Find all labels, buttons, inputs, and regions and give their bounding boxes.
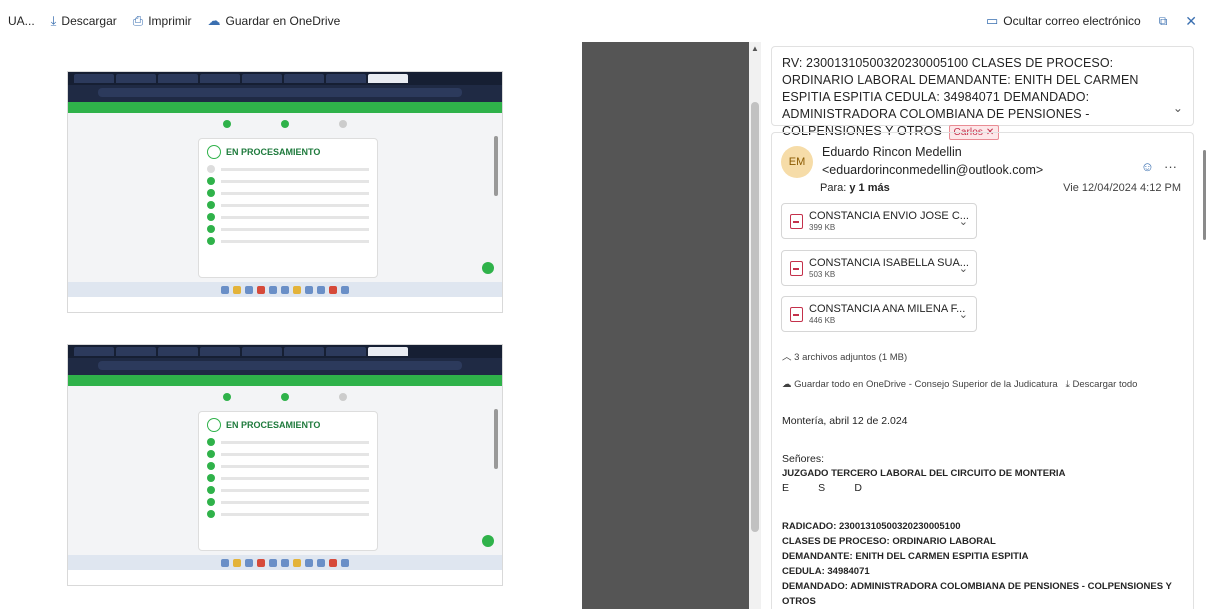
- pdf-icon: [790, 306, 803, 322]
- body-demandado: DEMANDADO: ADMINISTRADORA COLOMBIANA DE …: [782, 581, 1172, 607]
- cloud-icon: ☁: [207, 13, 221, 28]
- body-cedula: CEDULA: 34984071: [782, 566, 870, 577]
- download-icon: ⤓: [50, 13, 57, 28]
- attachment-size: 399 KB: [809, 223, 836, 232]
- attachment-name: CONSTANCIA ISABELLA SUA...: [809, 257, 969, 269]
- save-all-onedrive-button[interactable]: ☁ Guardar todo en OneDrive - Consejo Sup…: [782, 379, 1058, 390]
- attachment-preview: EN PROCESAMIENTO EN PROCESAMIENTO: [0, 42, 582, 609]
- download-label: Descargar: [61, 14, 117, 28]
- attachment-2[interactable]: CONSTANCIA ISABELLA SUA... 503 KB ⌄: [781, 250, 977, 286]
- taskbar: [68, 555, 502, 570]
- attachment-name: CONSTANCIA ENVIO JOSE C...: [809, 210, 969, 222]
- body-greeting: Señores:: [782, 453, 825, 465]
- save-all-label: Guardar todo en OneDrive - Consejo Super…: [794, 379, 1058, 390]
- pdf-icon: [790, 260, 803, 276]
- message-body: Montería, abril 12 de 2.024 Señores: JUZ…: [782, 414, 1182, 609]
- status-title: EN PROCESAMIENTO: [226, 420, 321, 430]
- print-button[interactable]: ⎙ Imprimir: [133, 13, 192, 29]
- hide-email-button[interactable]: ▭ Ocultar correo electrónico: [986, 13, 1141, 29]
- truck-icon: [207, 418, 221, 432]
- print-icon: ⎙: [132, 13, 144, 28]
- print-label: Imprimir: [148, 14, 192, 28]
- whatsapp-icon: [482, 262, 494, 274]
- more-options-icon[interactable]: ···: [1164, 159, 1177, 174]
- save-onedrive-label: Guardar en OneDrive: [225, 14, 341, 28]
- body-clase: CLASES DE PROCESO: ORDINARIO LABORAL: [782, 536, 996, 547]
- download-all-label: Descargar todo: [1072, 379, 1138, 390]
- pane-scrollbar[interactable]: [1203, 130, 1206, 430]
- truck-icon: [207, 145, 221, 159]
- body-date-line: Montería, abril 12 de 2.024: [782, 415, 908, 427]
- chevron-down-icon[interactable]: ⌄: [959, 308, 968, 321]
- emoji-icon[interactable]: ☺: [1141, 159, 1154, 174]
- email-reading-pane: RV: 23001310500320230005100 CLASES DE PR…: [761, 42, 1213, 609]
- preview-scrollbar[interactable]: ▲: [749, 42, 761, 609]
- sender-email: <eduardorinconmedellin@outlook.com>: [822, 163, 1044, 177]
- sender-name: Eduardo Rincon Medellin: [822, 145, 962, 159]
- screenshot-image-2: EN PROCESAMIENTO: [67, 344, 503, 586]
- save-onedrive-button[interactable]: ☁ Guardar en OneDrive: [208, 13, 341, 29]
- status-title: EN PROCESAMIENTO: [226, 147, 321, 157]
- recipients-line[interactable]: Para: y 1 más: [820, 182, 890, 194]
- sender-info[interactable]: Eduardo Rincon Medellin <eduardorinconme…: [822, 143, 1043, 179]
- cloud-icon: ☁: [782, 379, 792, 390]
- attachment-1[interactable]: CONSTANCIA ENVIO JOSE C... 399 KB ⌄: [781, 203, 977, 239]
- body-esd: E S D: [782, 482, 862, 494]
- chevron-up-icon: ︿: [782, 352, 792, 363]
- body-radicado: RADICADO: 23001310500320230005100: [782, 521, 961, 532]
- top-toolbar: UA... ⤓ Descargar ⎙ Imprimir ☁ Guardar e…: [0, 0, 1213, 42]
- scrollbar-thumb[interactable]: [1203, 150, 1206, 240]
- chevron-down-icon[interactable]: ⌄: [1173, 100, 1183, 117]
- email-icon: ▭: [986, 13, 999, 28]
- subject-header: RV: 23001310500320230005100 CLASES DE PR…: [771, 46, 1194, 140]
- chevron-down-icon[interactable]: ⌄: [959, 215, 968, 228]
- chevron-down-icon[interactable]: ⌄: [959, 262, 968, 275]
- popout-icon[interactable]: ⧉: [1159, 14, 1168, 29]
- taskbar: [68, 282, 502, 297]
- avatar[interactable]: EM: [781, 146, 813, 178]
- hide-email-label: Ocultar correo electrónico: [1003, 14, 1141, 28]
- back-breadcrumb[interactable]: UA...: [8, 14, 35, 28]
- attachments-summary[interactable]: ︿ 3 archivos adjuntos (1 MB): [782, 349, 907, 363]
- attachment-3[interactable]: CONSTANCIA ANA MILENA F... 446 KB ⌄: [781, 296, 977, 332]
- attachment-size: 503 KB: [809, 270, 836, 279]
- preview-gutter: [582, 42, 749, 609]
- attachments-summary-label: 3 archivos adjuntos (1 MB): [794, 352, 908, 363]
- whatsapp-icon: [482, 535, 494, 547]
- scroll-up-icon[interactable]: ▲: [751, 44, 759, 53]
- attachment-name: CONSTANCIA ANA MILENA F...: [809, 303, 966, 315]
- browser-chrome: [68, 345, 502, 375]
- close-icon[interactable]: ✕: [1185, 13, 1197, 30]
- message-card: EM Eduardo Rincon Medellin <eduardorinco…: [771, 132, 1194, 609]
- screenshot-image-1: EN PROCESAMIENTO: [67, 71, 503, 313]
- body-demandante: DEMANDANTE: ENITH DEL CARMEN ESPITIA ESP…: [782, 551, 1029, 562]
- download-button[interactable]: ⤓ Descargar: [51, 13, 117, 29]
- to-value: y 1 más: [849, 182, 890, 194]
- to-prefix: Para:: [820, 182, 847, 194]
- browser-chrome: [68, 72, 502, 102]
- body-court: JUZGADO TERCERO LABORAL DEL CIRCUITO DE …: [782, 468, 1066, 479]
- scrollbar-thumb[interactable]: [751, 102, 759, 532]
- pdf-icon: [790, 213, 803, 229]
- attachment-size: 446 KB: [809, 316, 836, 325]
- message-date: Vie 12/04/2024 4:12 PM: [1063, 182, 1181, 194]
- download-icon: ⤓: [1065, 379, 1070, 390]
- download-all-button[interactable]: ⤓ Descargar todo: [1066, 379, 1138, 390]
